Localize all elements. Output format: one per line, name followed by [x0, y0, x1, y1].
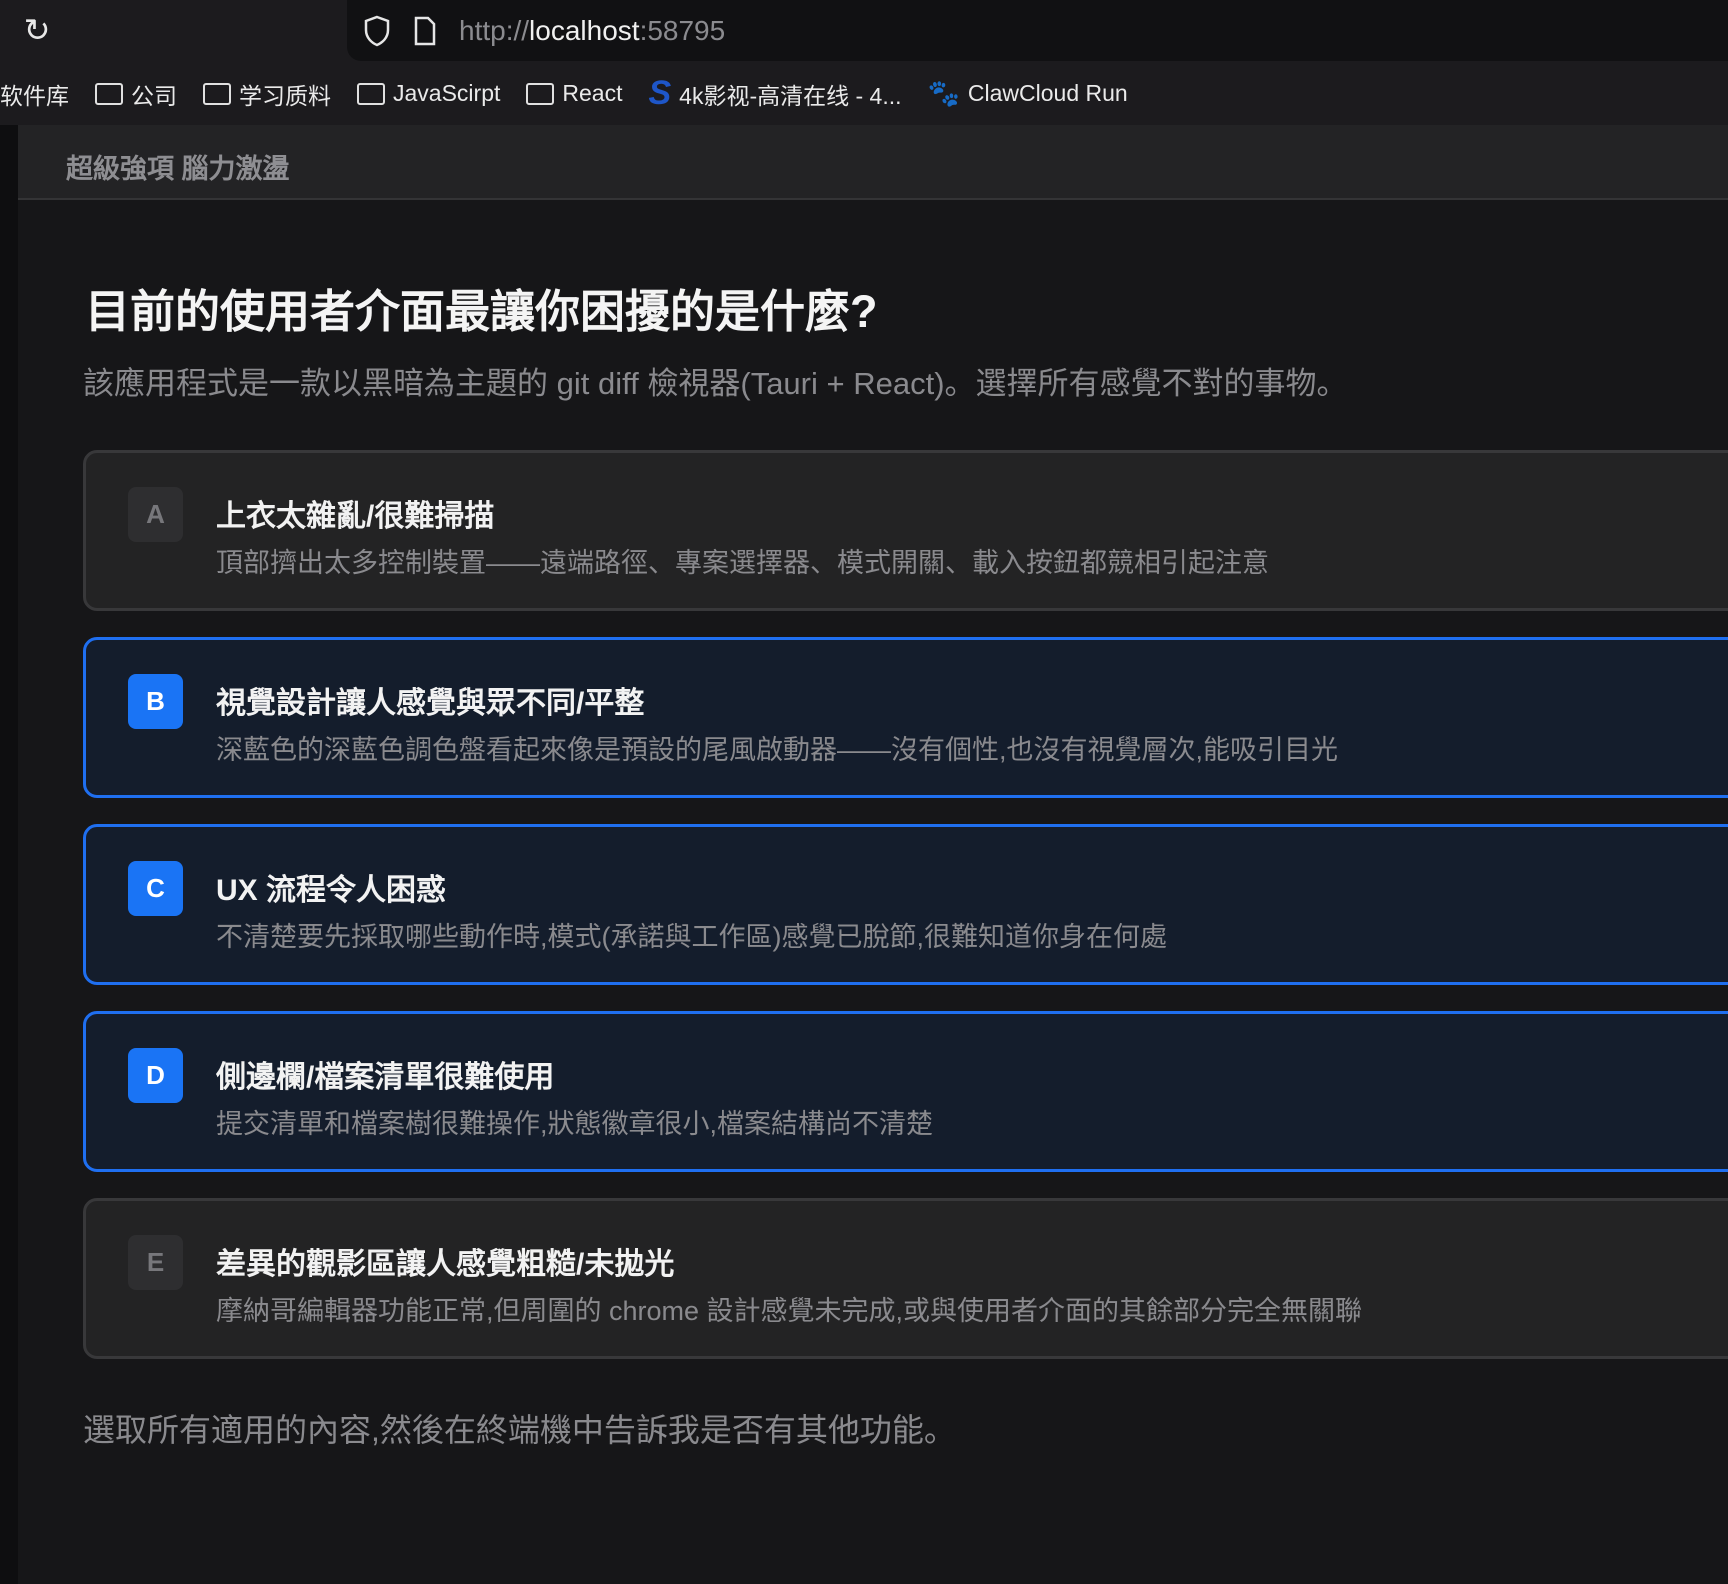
url-text[interactable]: http://localhost:58795 [459, 15, 725, 47]
shield-icon [364, 15, 390, 46]
option-c[interactable]: C UX 流程令人困惑 不清楚要先採取哪些動作時,模式(承諾與工作區)感覺已脫節… [83, 824, 1728, 985]
bookmark-label: JavaScirpt [393, 80, 501, 106]
bookmark-label: 软件库 [0, 82, 69, 109]
bookmark-study[interactable]: 学习质料 [203, 77, 331, 111]
footer-instructions: 選取所有適用的內容,然後在終端機中告訴我是否有其他功能。 [83, 1412, 956, 1448]
app-title: 超級強項 腦力激盪 [66, 154, 290, 184]
option-title: 視覺設計讓人感覺與眾不同/平整 [216, 687, 645, 720]
option-a[interactable]: A 上衣太雜亂/很難掃描 頂部擠出太多控制裝置——遠端路徑、專案選擇器、模式開關… [83, 450, 1728, 611]
option-desc: 深藍色的深藍色調色盤看起來像是預設的尾風啟動器——沒有個性,也沒有視覺層次,能吸… [216, 735, 1339, 765]
folder-icon [203, 82, 231, 105]
bookmark-label: React [562, 80, 623, 106]
bookmark-label: 学习质料 [239, 82, 331, 109]
app-header: 超級強項 腦力激盪 [18, 125, 1728, 200]
option-badge: E [128, 1235, 183, 1290]
browser-toolbar: ↻ http://localhost:58795 [0, 0, 1728, 62]
folder-icon [526, 82, 555, 105]
folder-icon [357, 82, 385, 105]
option-badge: C [128, 861, 183, 916]
address-bar[interactable]: http://localhost:58795 [347, 0, 1728, 61]
option-e[interactable]: E 差異的觀影區讓人感覺粗糙/未拋光 摩納哥編輯器功能正常,但周圍的 chrom… [83, 1198, 1728, 1359]
reload-icon[interactable]: ↻ [20, 13, 54, 47]
bookmarks-bar: 软件库 公司 学习质料 JavaScirpt React S 4k影视-高清在线 … [0, 62, 1728, 125]
option-desc: 摩納哥編輯器功能正常,但周圍的 chrome 設計感覺未完成,或與使用者介面的其… [216, 1296, 1363, 1326]
paw-icon: 🐾 [927, 78, 960, 108]
bookmark-react[interactable]: React [526, 80, 622, 107]
left-edge [0, 125, 18, 1584]
question-title: 目前的使用者介面最讓你困擾的是什麼? [85, 286, 878, 337]
option-d[interactable]: D 側邊欄/檔案清單很難使用 提交清單和檔案樹很難操作,狀態徽章很小,檔案結構尚… [83, 1011, 1728, 1172]
option-title: 上衣太雜亂/很難掃描 [216, 500, 495, 533]
option-desc: 提交清單和檔案樹很難操作,狀態徽章很小,檔案結構尚不清楚 [216, 1109, 934, 1139]
question-subtitle: 該應用程式是一款以黑暗為主題的 git diff 檢視器(Tauri + Rea… [83, 366, 1348, 401]
option-desc: 頂部擠出太多控制裝置——遠端路徑、專案選擇器、模式開關、載入按鈕都競相引起注意 [216, 548, 1269, 578]
folder-icon [95, 82, 123, 105]
option-badge: B [128, 674, 183, 729]
bookmark-label: 4k影视-高清在线 - 4... [679, 82, 902, 109]
site-s-icon: S [648, 74, 672, 112]
option-b[interactable]: B 視覺設計讓人感覺與眾不同/平整 深藍色的深藍色調色盤看起來像是預設的尾風啟動… [83, 637, 1728, 798]
page-icon [414, 16, 436, 45]
bookmark-4k[interactable]: S 4k影视-高清在线 - 4... [648, 74, 901, 113]
bookmark-javascript[interactable]: JavaScirpt [357, 80, 500, 107]
bookmark-label: ClawCloud Run [967, 80, 1128, 106]
option-title: UX 流程令人困惑 [216, 874, 447, 907]
bookmark-label: 公司 [131, 82, 177, 109]
bookmark-company[interactable]: 公司 [95, 77, 177, 111]
option-desc: 不清楚要先採取哪些動作時,模式(承諾與工作區)感覺已脫節,很難知道你身在何處 [216, 922, 1167, 952]
bookmark-clawcloud[interactable]: 🐾 ClawCloud Run [928, 78, 1128, 109]
bookmark-software[interactable]: 软件库 [0, 77, 69, 111]
option-title: 差異的觀影區讓人感覺粗糙/未拋光 [216, 1248, 675, 1281]
option-badge: A [128, 487, 183, 542]
option-badge: D [128, 1048, 183, 1103]
option-title: 側邊欄/檔案清單很難使用 [216, 1061, 555, 1094]
